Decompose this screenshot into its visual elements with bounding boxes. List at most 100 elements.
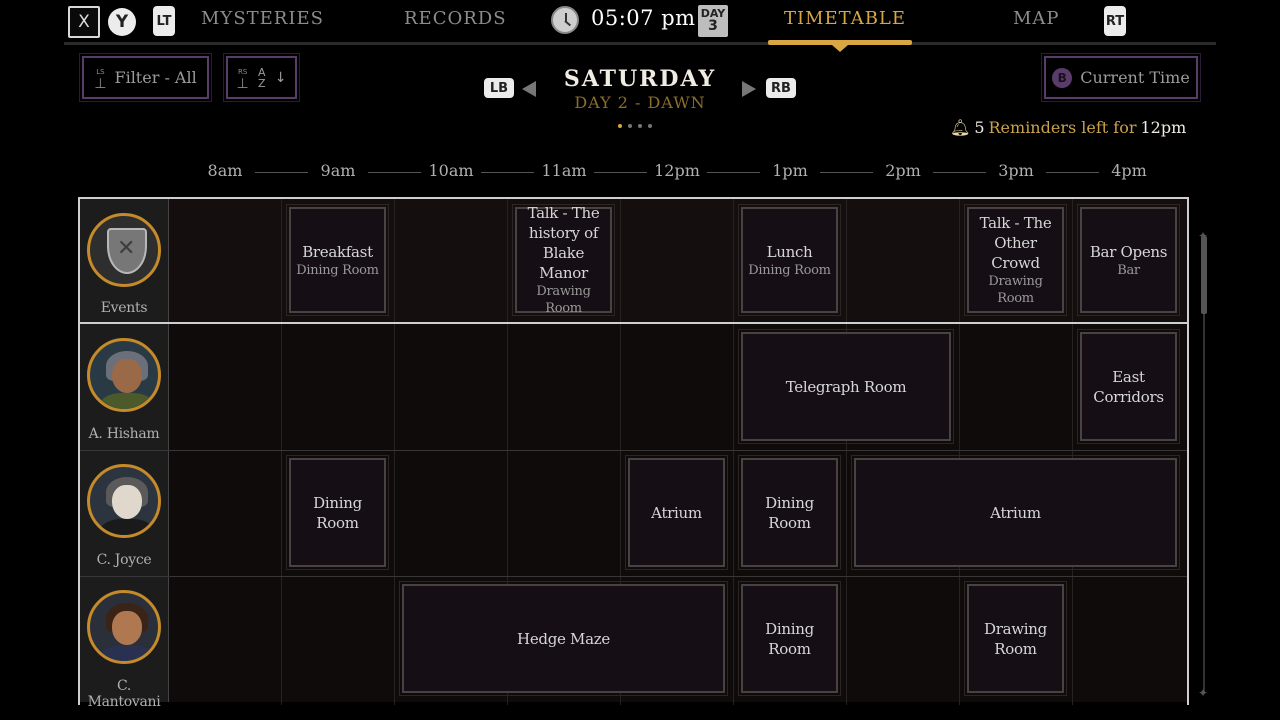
shield-crest-icon <box>107 228 147 274</box>
y-button-prompt[interactable]: Y <box>108 8 136 36</box>
character-portrait[interactable] <box>87 338 161 412</box>
character-portrait[interactable] <box>87 590 161 664</box>
hour-label: 4pm <box>1111 161 1147 180</box>
location-name: Atrium <box>651 503 702 522</box>
scroll-down-icon[interactable]: ✦ <box>1196 686 1210 700</box>
scrollbar-thumb[interactable] <box>1201 236 1207 314</box>
event-location: Dining Room <box>296 262 379 278</box>
event-card[interactable]: Breakfast Dining Room <box>286 204 389 316</box>
next-day-arrow-icon[interactable] <box>742 81 756 97</box>
hour-separator <box>707 172 760 173</box>
event-title: Talk - The Other Crowd <box>979 214 1052 272</box>
clock-icon <box>551 6 579 34</box>
tab-map[interactable]: MAP <box>1013 8 1060 29</box>
sort-stick-hint: RS <box>237 67 248 76</box>
current-time-button[interactable]: B Current Time <box>1041 53 1201 102</box>
page-dot <box>648 124 652 128</box>
lt-trigger-prompt[interactable]: LT <box>153 6 175 36</box>
event-location: Drawing Room <box>536 284 591 316</box>
hour-label: 9am <box>320 161 356 180</box>
location-card[interactable]: Atrium <box>851 455 1180 570</box>
reminders-info: 🔔︎ 5 Reminders left for 12pm <box>950 118 1186 137</box>
b-button-prompt: B <box>1052 67 1073 88</box>
hour-label: 2pm <box>885 161 921 180</box>
sort-az-glyph: A Z <box>257 65 266 90</box>
event-location: Drawing Room <box>988 274 1043 306</box>
day-subtitle: DAY 2 - DAWN <box>574 93 706 112</box>
row-name-label: C. Joyce <box>96 552 152 568</box>
event-card[interactable]: Talk - The Other Crowd Drawing Room <box>964 204 1067 316</box>
portrait-face <box>112 485 142 519</box>
bell-icon: 🔔︎ <box>950 118 971 137</box>
reminders-text: Reminders left for <box>988 118 1137 137</box>
location-name: Dining Room <box>765 619 814 658</box>
event-card[interactable]: Lunch Dining Room <box>738 204 841 316</box>
active-tab-notch <box>832 45 848 52</box>
reminders-time: 12pm <box>1140 118 1187 137</box>
location-card[interactable]: Drawing Room <box>964 581 1067 696</box>
event-location: Bar <box>1117 262 1140 278</box>
event-title: Bar Opens <box>1089 242 1168 261</box>
top-nav-bar: X Y LT MYSTERIES RECORDS 05:07 pm DAY 3 … <box>0 0 1280 52</box>
events-row-divider <box>78 322 1189 324</box>
scroll-up-icon[interactable]: ✦ <box>1196 229 1210 243</box>
page-dot <box>638 124 642 128</box>
location-card[interactable]: Telegraph Room <box>738 329 954 444</box>
tab-timetable[interactable]: TIMETABLE <box>784 8 906 29</box>
location-name: Atrium <box>990 503 1041 522</box>
row-name-label: A. Hisham <box>88 426 160 442</box>
hour-separator <box>933 172 986 173</box>
lb-bumper-prompt[interactable]: LB <box>484 78 514 98</box>
sort-icon: RS ⊥ <box>236 67 249 92</box>
current-time-label: Current Time <box>1080 68 1190 87</box>
row-name-label: C. Mantovani <box>87 678 161 710</box>
hour-label: 3pm <box>998 161 1034 180</box>
hour-label: 11am <box>541 161 587 180</box>
filter-icon: LS ⊥ <box>94 67 107 92</box>
x-button-prompt[interactable]: X <box>68 6 100 38</box>
location-card[interactable]: East Corridors <box>1077 329 1180 444</box>
day-title: SATURDAY <box>563 66 717 92</box>
event-card[interactable]: Bar Opens Bar <box>1077 204 1180 316</box>
portrait-face <box>112 611 142 645</box>
event-title: Talk - The history of Blake Manor <box>527 204 600 282</box>
page-dot <box>628 124 632 128</box>
location-name: Dining Room <box>765 493 814 532</box>
tab-mysteries[interactable]: MYSTERIES <box>201 8 324 29</box>
event-card[interactable]: Talk - The history of Blake Manor Drawing… <box>512 204 615 316</box>
hour-separator <box>368 172 421 173</box>
prev-day-arrow-icon[interactable] <box>522 81 536 97</box>
hour-separator <box>255 172 308 173</box>
day-page-indicator <box>618 124 652 128</box>
page-dot <box>618 124 622 128</box>
event-title: Lunch <box>766 242 813 261</box>
hour-label: 12pm <box>654 161 700 180</box>
portrait-face <box>112 359 142 393</box>
filter-label: Filter - All <box>114 68 197 87</box>
location-card[interactable]: Hedge Maze <box>399 581 728 696</box>
hour-label: 1pm <box>772 161 808 180</box>
rt-trigger-prompt[interactable]: RT <box>1104 6 1126 36</box>
sort-down-arrow-icon: ↓ <box>274 69 287 86</box>
location-card[interactable]: Dining Room <box>738 455 841 570</box>
event-title: Breakfast <box>302 242 373 261</box>
location-name: Telegraph Room <box>785 377 907 396</box>
filter-stick-hint: LS <box>96 67 105 76</box>
day-badge: DAY 3 <box>698 5 728 37</box>
current-time: 05:07 pm <box>591 6 696 30</box>
hour-separator <box>820 172 873 173</box>
location-card[interactable]: Dining Room <box>738 581 841 696</box>
location-card[interactable]: Atrium <box>625 455 728 570</box>
character-portrait[interactable] <box>87 464 161 538</box>
sort-button[interactable]: RS ⊥ A Z ↓ <box>223 53 300 102</box>
rb-bumper-prompt[interactable]: RB <box>766 78 796 98</box>
event-location: Dining Room <box>748 262 831 278</box>
tab-records[interactable]: RECORDS <box>404 8 507 29</box>
top-divider <box>64 42 1216 45</box>
events-crest-badge <box>87 213 161 287</box>
location-name: Dining Room <box>313 493 362 532</box>
row-name-label: Events <box>100 300 148 316</box>
hour-label: 10am <box>428 161 474 180</box>
location-card[interactable]: Dining Room <box>286 455 389 570</box>
filter-button[interactable]: LS ⊥ Filter - All <box>79 53 212 102</box>
